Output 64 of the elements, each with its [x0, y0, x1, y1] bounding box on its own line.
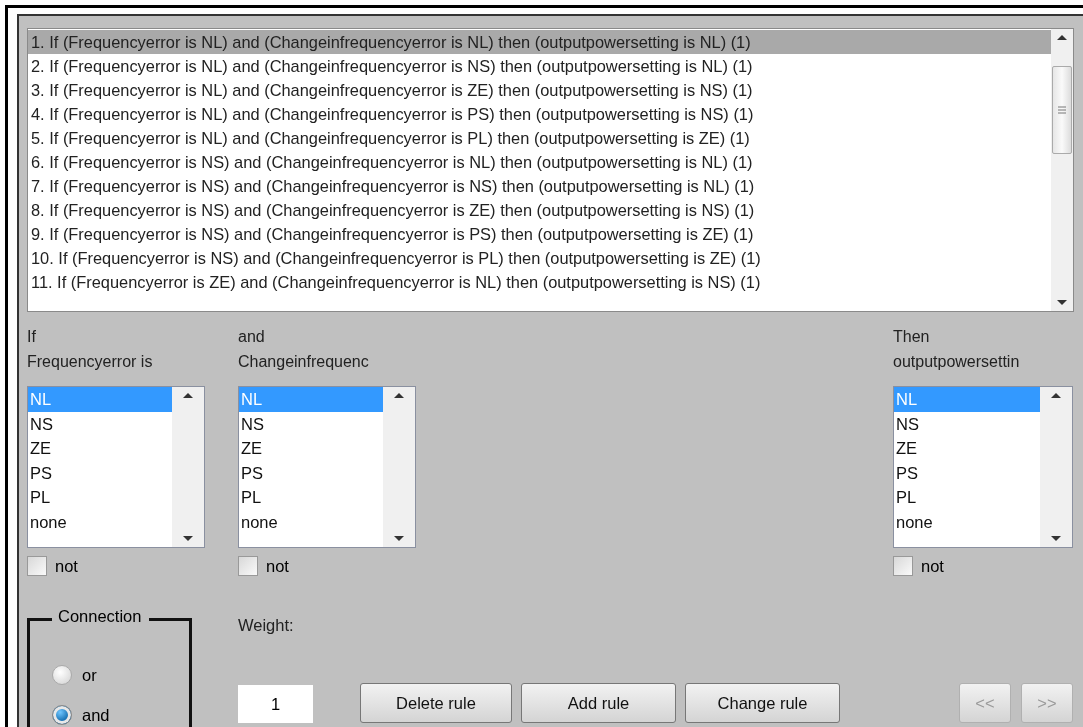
- variable-heading: and: [238, 327, 266, 347]
- weight-label: Weight:: [238, 616, 294, 635]
- rule-item[interactable]: 4. If (Frequencyerror is NL) and (Changeinfrequencyerror is PS) then (outputpowersetting is NS) (1): [28, 102, 1051, 126]
- rule-item[interactable]: 6. If (Frequencyerror is NS) and (Changeinfrequencyerror is NL) then (outputpowersetting is NL) (1): [28, 150, 1051, 174]
- action-button[interactable]: Add rule: [521, 683, 676, 723]
- checkbox[interactable]: [893, 556, 913, 576]
- scroll-down-arrow-icon[interactable]: [182, 535, 194, 543]
- radio-label: and: [82, 705, 110, 725]
- variable-heading: If: [27, 327, 37, 347]
- action-button[interactable]: Delete rule: [360, 683, 512, 723]
- radio-label: or: [82, 665, 97, 685]
- radio-button[interactable]: [52, 705, 72, 725]
- scroll-up-arrow-icon[interactable]: [1050, 391, 1062, 399]
- rule-item[interactable]: 1. If (Frequencyerror is NL) and (Changeinfrequencyerror is NL) then (outputpowersetting is NL) (1): [28, 30, 1051, 54]
- checkbox-label: not: [921, 556, 944, 576]
- variable-label: Frequencyerror is: [27, 352, 154, 372]
- checkbox[interactable]: [238, 556, 258, 576]
- radio-button[interactable]: [52, 665, 72, 685]
- list-item[interactable]: none: [894, 509, 1040, 534]
- rule-list[interactable]: [27, 28, 1074, 312]
- list-item[interactable]: ZE: [28, 436, 172, 461]
- rule-item[interactable]: 9. If (Frequencyerror is NS) and (Changeinfrequencyerror is PS) then (outputpowersetting is ZE) (1): [28, 222, 1051, 246]
- scrollbar-thumb[interactable]: [1052, 66, 1072, 154]
- variable-label: Changeinfrequenc: [238, 352, 370, 372]
- scroll-up-arrow-icon[interactable]: [393, 391, 405, 399]
- rule-item[interactable]: 2. If (Frequencyerror is NL) and (Changeinfrequencyerror is NS) then (outputpowersetting is NL) (1): [28, 54, 1051, 78]
- action-button[interactable]: Change rule: [685, 683, 840, 723]
- list-item[interactable]: PL: [894, 485, 1040, 510]
- checkbox-label: not: [55, 556, 78, 576]
- variable-label: outputpowersettin: [893, 352, 1021, 372]
- list-item[interactable]: PS: [28, 460, 172, 485]
- rule-item[interactable]: 3. If (Frequencyerror is NL) and (Changeinfrequencyerror is ZE) then (outputpowersetting is NS) (1): [28, 78, 1051, 102]
- rule-item[interactable]: 10. If (Frequencyerror is NS) and (Changeinfrequencyerror is PL) then (outputpowersetting is ZE) (1): [28, 246, 1051, 270]
- list-item[interactable]: NS: [894, 411, 1040, 436]
- scroll-up-arrow-icon[interactable]: [1056, 33, 1068, 41]
- list-item[interactable]: none: [239, 509, 383, 534]
- scrollbar[interactable]: [383, 387, 415, 547]
- scrollbar[interactable]: [172, 387, 204, 547]
- weight-field[interactable]: 1: [238, 685, 313, 723]
- rule-item[interactable]: 5. If (Frequencyerror is NL) and (Changeinfrequencyerror is PL) then (outputpowersetting is ZE) (1): [28, 126, 1051, 150]
- list-item[interactable]: PS: [894, 460, 1040, 485]
- rule-item[interactable]: 11. If (Frequencyerror is ZE) and (Changeinfrequencyerror is NL) then (outputpowersetting is NS) (1): [28, 270, 1051, 294]
- membership-listbox[interactable]: NL NS ZE PS PL none: [27, 386, 205, 548]
- variable-heading: Then: [893, 327, 931, 347]
- scroll-up-arrow-icon[interactable]: [182, 391, 194, 399]
- scroll-down-arrow-icon[interactable]: [1056, 299, 1068, 307]
- rule-item[interactable]: 7. If (Frequencyerror is NS) and (Changeinfrequencyerror is NS) then (outputpowersetting is NL) (1): [28, 174, 1051, 198]
- list-item[interactable]: PL: [28, 485, 172, 510]
- scrollbar[interactable]: [1040, 387, 1072, 547]
- membership-listbox[interactable]: NL NS ZE PS PL none: [893, 386, 1073, 548]
- scrollbar[interactable]: [1051, 29, 1073, 311]
- scroll-down-arrow-icon[interactable]: [393, 535, 405, 543]
- scroll-down-arrow-icon[interactable]: [1050, 535, 1062, 543]
- membership-listbox[interactable]: NL NS ZE PS PL none: [238, 386, 416, 548]
- list-item[interactable]: NS: [28, 411, 172, 436]
- list-item[interactable]: PL: [239, 485, 383, 510]
- checkbox[interactable]: [27, 556, 47, 576]
- list-item[interactable]: none: [28, 509, 172, 534]
- list-item[interactable]: NS: [239, 411, 383, 436]
- checkbox-label: not: [266, 556, 289, 576]
- list-item[interactable]: ZE: [894, 436, 1040, 461]
- list-item[interactable]: PS: [239, 460, 383, 485]
- rule-item[interactable]: 8. If (Frequencyerror is NS) and (Changeinfrequencyerror is ZE) then (outputpowersetting is NS) (1): [28, 198, 1051, 222]
- list-item[interactable]: ZE: [239, 436, 383, 461]
